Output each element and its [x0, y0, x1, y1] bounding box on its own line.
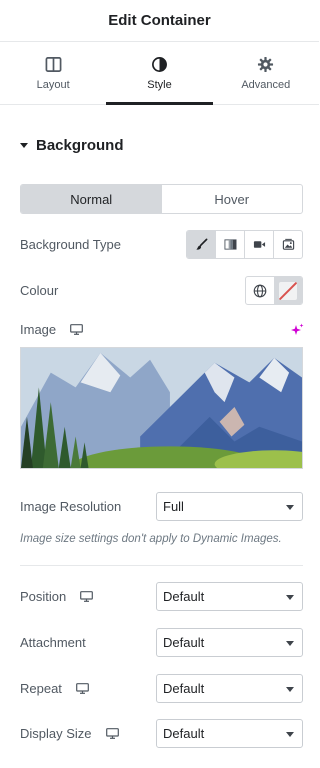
- repeat-label-text: Repeat: [20, 681, 62, 696]
- state-toggle: Normal Hover: [20, 184, 303, 214]
- repeat-value: Default: [163, 681, 205, 696]
- tab-advanced[interactable]: Advanced: [213, 42, 319, 104]
- video-icon: [253, 241, 265, 248]
- classic-brush-button[interactable]: [187, 231, 215, 258]
- ai-sparkle-icon[interactable]: [290, 323, 304, 337]
- repeat-select[interactable]: Default: [156, 674, 303, 703]
- desktop-icon[interactable]: [70, 324, 84, 335]
- attachment-select[interactable]: Default: [156, 628, 303, 657]
- colour-label-text: Colour: [20, 283, 59, 298]
- colour-control: [245, 276, 303, 305]
- tab-label: Advanced: [241, 78, 291, 91]
- divider: [20, 565, 303, 566]
- caret-down-icon: [20, 143, 28, 148]
- brush-icon: [195, 238, 207, 250]
- image-resolution-label: Image Resolution: [20, 499, 121, 514]
- desktop-icon[interactable]: [105, 728, 119, 739]
- image-label-text: Image: [20, 322, 57, 337]
- display-size-value: Default: [163, 726, 205, 741]
- tab-bar: Layout Style Advanced: [0, 42, 319, 105]
- empty-color-swatch: [279, 281, 297, 300]
- desktop-icon[interactable]: [76, 683, 89, 694]
- image-resolution-select[interactable]: Full: [156, 492, 303, 521]
- display-size-select[interactable]: Default: [156, 719, 303, 748]
- gear-icon: [258, 56, 274, 72]
- section-toggle-background[interactable]: Background: [20, 137, 124, 154]
- half-circle-icon: [152, 56, 167, 72]
- section-title: Background: [36, 137, 124, 154]
- image-resolution-value: Full: [163, 499, 184, 514]
- chevron-down-icon: [286, 505, 294, 510]
- desktop-icon[interactable]: [80, 591, 94, 602]
- layout-columns-icon: [45, 56, 62, 72]
- display-size-label-text: Display Size: [20, 726, 92, 741]
- gradient-button[interactable]: [215, 231, 244, 258]
- image-label: Image: [20, 322, 84, 337]
- panel-title: Edit Container: [108, 12, 211, 29]
- panel-header: Edit Container: [0, 0, 319, 42]
- global-colors-button[interactable]: [246, 277, 274, 304]
- mountain-landscape-image: [21, 348, 302, 468]
- repeat-label: Repeat: [20, 681, 89, 696]
- tab-layout[interactable]: Layout: [0, 42, 106, 104]
- attachment-label-text: Attachment: [20, 635, 86, 650]
- slideshow-icon: [282, 238, 294, 250]
- gradient-icon: [223, 239, 237, 250]
- position-label-text: Position: [20, 589, 67, 604]
- chevron-down-icon: [286, 732, 294, 737]
- colour-label: Colour: [20, 283, 58, 298]
- position-value: Default: [163, 589, 205, 604]
- attachment-label: Attachment: [20, 635, 86, 650]
- background-type-label-text: Background Type: [20, 237, 121, 252]
- tab-style[interactable]: Style: [106, 42, 213, 105]
- chevron-down-icon: [286, 595, 294, 600]
- tab-label: Layout: [36, 78, 70, 91]
- hover-toggle[interactable]: Hover: [162, 185, 303, 213]
- chevron-down-icon: [286, 641, 294, 646]
- position-label: Position: [20, 589, 94, 604]
- image-picker-preview[interactable]: [20, 347, 303, 469]
- globe-icon: [253, 284, 267, 297]
- tab-label: Style: [147, 78, 172, 91]
- image-size-note: Image size settings don't apply to Dynam…: [20, 533, 282, 545]
- display-size-label: Display Size: [20, 726, 119, 741]
- video-button[interactable]: [244, 231, 273, 258]
- position-select[interactable]: Default: [156, 582, 303, 611]
- normal-toggle[interactable]: Normal: [21, 185, 162, 213]
- chevron-down-icon: [286, 687, 294, 692]
- background-type-control: [186, 230, 303, 259]
- image-resolution-label-text: Image Resolution: [20, 499, 122, 514]
- colour-picker-button[interactable]: [274, 277, 302, 304]
- background-type-label: Background Type: [20, 237, 121, 252]
- attachment-value: Default: [163, 635, 205, 650]
- slideshow-button[interactable]: [273, 231, 302, 258]
